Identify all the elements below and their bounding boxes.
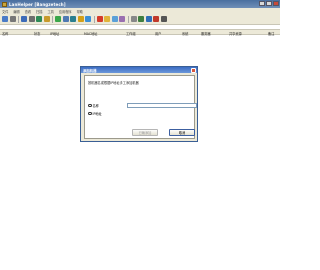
add-machine-dialog: 添加机器 按机器名或根据IP地址手工添加机器 名称 IP地址 已确添加 取消 — [80, 66, 198, 142]
menu-scan[interactable]: 扫描 — [36, 9, 42, 14]
minimize-button[interactable] — [259, 1, 265, 6]
column-server[interactable]: 服务器 — [201, 31, 211, 36]
menu-edit[interactable]: 编辑 — [13, 9, 19, 14]
column-notes[interactable]: 备注 — [268, 31, 274, 36]
user-icon[interactable] — [119, 16, 125, 22]
radio-ip-label: IP地址 — [92, 112, 102, 116]
folder-icon[interactable] — [104, 16, 110, 22]
radio-ip[interactable] — [88, 111, 92, 116]
column-ip[interactable]: IP地址 — [50, 31, 59, 36]
toolbar-separator — [52, 15, 53, 23]
dialog-close-button[interactable] — [191, 67, 196, 73]
exit-icon[interactable] — [160, 16, 167, 22]
radio-name-option[interactable]: 名称 — [88, 103, 99, 108]
dropdown-icon[interactable] — [9, 16, 16, 22]
print-icon[interactable] — [28, 16, 35, 22]
add-icon[interactable] — [55, 16, 61, 22]
dialog-title: 添加机器 — [81, 67, 197, 73]
column-workgroup[interactable]: 工作组 — [126, 31, 136, 36]
toolbar-separator — [93, 15, 94, 23]
scan-icon[interactable] — [85, 16, 91, 22]
column-user[interactable]: 用户 — [155, 31, 161, 36]
machine-name-input[interactable] — [127, 103, 197, 108]
settings-icon[interactable] — [130, 16, 137, 22]
column-name[interactable]: 名称 — [2, 31, 8, 36]
maximize-button[interactable] — [266, 1, 272, 6]
message-icon[interactable] — [111, 16, 118, 22]
network-icon[interactable] — [70, 16, 76, 22]
app-icon — [2, 1, 7, 7]
cancel-button[interactable]: 取消 — [169, 129, 195, 136]
radio-name-label: 名称 — [92, 104, 99, 108]
table-header: 名称 状态 IP地址 MAC地址 工作组 用户 系统 服务器 共享资源 备注 — [0, 29, 280, 36]
ok-button[interactable]: 已确添加 — [132, 129, 158, 136]
menu-file[interactable]: 文件 — [2, 9, 8, 14]
edit-icon[interactable] — [43, 16, 50, 22]
radio-name[interactable] — [88, 103, 92, 108]
new-icon[interactable] — [2, 16, 8, 22]
menu-view[interactable]: 查看 — [25, 9, 31, 14]
toolbar-separator — [18, 15, 19, 23]
link-icon[interactable] — [138, 16, 144, 22]
radio-ip-option[interactable]: IP地址 — [88, 111, 102, 116]
dialog-body: 按机器名或根据IP地址手工添加机器 名称 IP地址 已确添加 取消 — [84, 75, 197, 139]
menu-tools[interactable]: 工具 — [48, 9, 54, 14]
close-button[interactable] — [273, 1, 279, 6]
column-system[interactable]: 系统 — [182, 31, 188, 36]
help-icon[interactable] — [145, 16, 152, 22]
computer-icon[interactable] — [62, 16, 69, 22]
stop-icon[interactable] — [96, 16, 103, 22]
toolbar — [0, 14, 280, 25]
window-title: LanHelper [Bangzetech] — [9, 1, 66, 7]
column-shares[interactable]: 共享资源 — [229, 31, 242, 36]
column-mac[interactable]: MAC地址 — [84, 31, 97, 36]
title-bar: LanHelper [Bangzetech] — [0, 0, 280, 8]
refresh-icon[interactable] — [36, 16, 42, 22]
save-icon[interactable] — [21, 16, 27, 22]
column-status[interactable]: 状态 — [34, 31, 40, 36]
info-icon[interactable] — [153, 16, 159, 22]
send-icon[interactable] — [77, 16, 84, 22]
menu-help[interactable]: 帮助 — [77, 9, 83, 14]
dialog-instruction: 按机器名或根据IP地址手工添加机器 — [88, 81, 139, 85]
menu-applications[interactable]: 应用程序 — [59, 9, 72, 14]
toolbar-separator — [127, 15, 128, 23]
